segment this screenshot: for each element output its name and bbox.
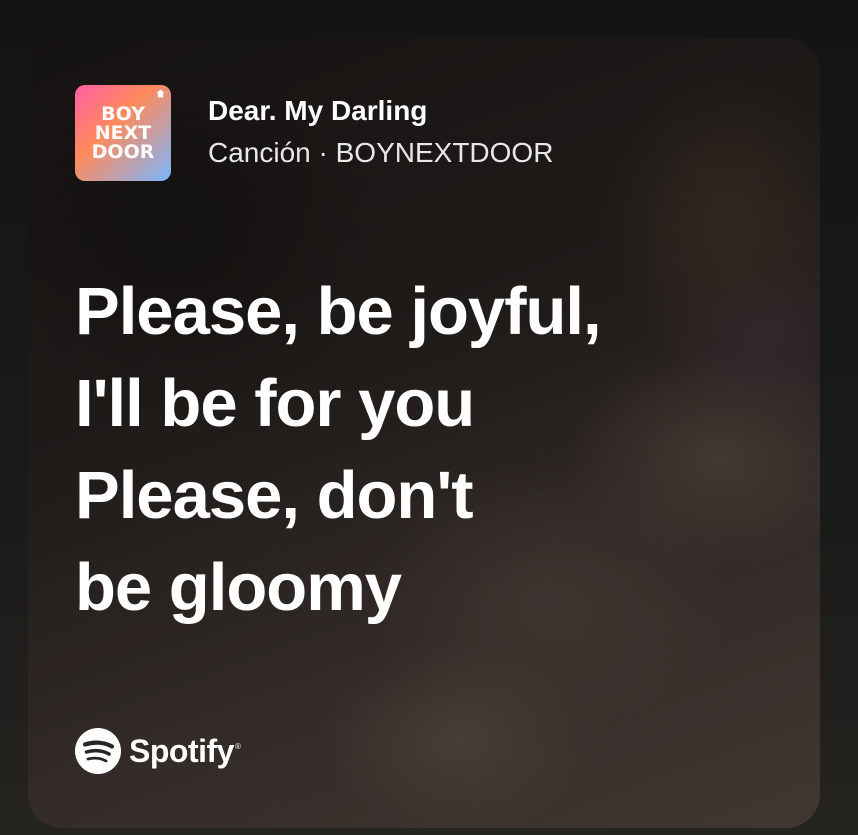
lyric-line: I'll be for you bbox=[75, 366, 475, 441]
spotify-wordmark: Spotify bbox=[129, 732, 234, 769]
lyrics-share-card: BOY NEXT DOOR Dear. My Darling Canción ·… bbox=[28, 38, 820, 828]
cover-text-line: NEXT bbox=[94, 121, 152, 144]
song-subtitle: Canción · BOYNEXTDOOR bbox=[208, 137, 554, 168]
spotify-logo-icon bbox=[75, 728, 121, 774]
registered-mark: ® bbox=[234, 741, 241, 751]
song-header: BOY NEXT DOOR Dear. My Darling Canción ·… bbox=[75, 85, 553, 181]
cover-text-line: BOY bbox=[101, 102, 145, 125]
home-icon bbox=[156, 89, 165, 98]
share-page: BOY NEXT DOOR Dear. My Darling Canción ·… bbox=[0, 0, 858, 835]
lyrics-block: Please, be joyful, I'll be for you Pleas… bbox=[75, 266, 775, 634]
lyric-line: Please, don't bbox=[75, 458, 474, 533]
lyric-line: Please, be joyful, bbox=[75, 274, 602, 349]
song-meta: Dear. My Darling Canción · BOYNEXTDOOR bbox=[208, 94, 553, 172]
lyric-line: be gloomy bbox=[75, 550, 402, 625]
song-title: Dear. My Darling bbox=[208, 95, 428, 126]
cover-text-line: DOOR bbox=[91, 140, 155, 163]
album-cover: BOY NEXT DOOR bbox=[75, 85, 171, 181]
spotify-brand: Spotify ® bbox=[75, 728, 241, 774]
